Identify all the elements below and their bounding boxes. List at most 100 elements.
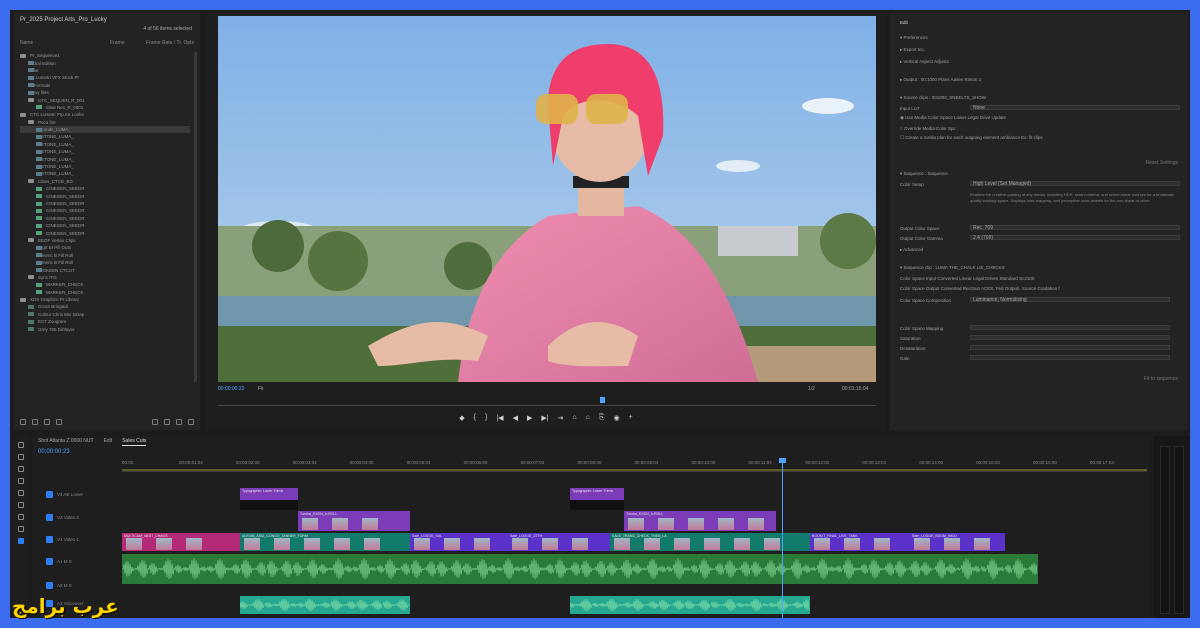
- transport-button[interactable]: ▶|: [541, 414, 548, 424]
- sequence-tab[interactable]: Edit: [104, 438, 113, 446]
- gain-slider[interactable]: [970, 355, 1170, 360]
- transport-button[interactable]: ◀: [513, 414, 518, 424]
- project-item[interactable]: XDS Graphics Pr Library: [20, 296, 190, 303]
- transport-button[interactable]: ⌂: [586, 414, 590, 424]
- track-target-icon[interactable]: [46, 558, 53, 565]
- settings-row[interactable]: ○ Override Media Color Spc: [900, 124, 1180, 132]
- audio-clip[interactable]: [122, 554, 1038, 584]
- settings-row[interactable]: ◉ Use Media Color Space Lower Legal Driv…: [900, 114, 1180, 122]
- project-item[interactable]: Pr Formats: [20, 82, 190, 89]
- pen-tool-icon[interactable]: [18, 502, 24, 508]
- razor-tool-icon[interactable]: [18, 478, 24, 484]
- composition-field[interactable]: Luminance, Normalising: [970, 297, 1170, 303]
- project-item[interactable]: Proxy files: [20, 89, 190, 96]
- transport-button[interactable]: ◉: [614, 414, 620, 424]
- reset-settings-link[interactable]: Reset Settings: [1145, 160, 1178, 167]
- track-header-v4[interactable]: V4 AE Lower: [46, 491, 118, 498]
- project-item[interactable]: Gross Bringadi: [20, 303, 190, 310]
- timeline-playhead[interactable]: [779, 458, 786, 618]
- active-tool-icon[interactable]: [18, 538, 24, 544]
- track-target-icon[interactable]: [46, 491, 53, 498]
- video-clip[interactable]: [240, 500, 298, 510]
- transport-button[interactable]: |◀: [496, 414, 503, 424]
- transport-button[interactable]: ⌂: [572, 414, 576, 424]
- video-clip[interactable]: BOOKIT_FINAL_LIVE_TANK: [810, 533, 910, 551]
- settings-row[interactable]: ▾ Sequence : Sequence: [900, 170, 1180, 178]
- icon-view-icon[interactable]: [44, 419, 50, 425]
- project-item[interactable]: CC Lumetri VFX Stock Pr: [20, 74, 190, 81]
- column-frame[interactable]: Frame: [110, 40, 124, 48]
- video-clip[interactable]: Sale_LOGGE_Z2TH: [508, 533, 610, 551]
- project-item[interactable]: Color: [20, 67, 190, 74]
- settings-row[interactable]: ▸ Output : 00:1000 Plans Aasen Rinton 1: [900, 76, 1180, 84]
- project-item[interactable]: CINEGEN_SEEDR: [20, 215, 190, 222]
- video-frame[interactable]: [218, 16, 876, 382]
- project-item[interactable]: CTC Lumetri Prp Art Looks: [20, 111, 190, 118]
- video-clip[interactable]: Typographic: Lower Thirds: [570, 488, 624, 500]
- work-area-bar[interactable]: [122, 469, 1147, 471]
- project-item[interactable]: MISTONE_LUMA_: [20, 148, 190, 155]
- playhead-timecode[interactable]: 00:00:00:22: [218, 386, 244, 393]
- column-name[interactable]: Name: [20, 40, 33, 48]
- project-item[interactable]: MISTONE_LUMA_: [20, 155, 190, 162]
- mapping-slider[interactable]: [970, 325, 1170, 330]
- project-item[interactable]: Jackal Edition: [20, 59, 190, 66]
- project-item[interactable]: EEOF Vertex Clips: [20, 237, 190, 244]
- video-clip[interactable]: Tundra_EXDN_A-ROLL: [298, 511, 410, 531]
- quality-select[interactable]: 1/2: [808, 386, 815, 393]
- project-item[interactable]: CINEGEN_SEEDR: [20, 185, 190, 192]
- settings-row[interactable]: ▾ Preferences: [900, 34, 1180, 42]
- project-item[interactable]: Numeric B Fill Roll: [20, 252, 190, 259]
- project-item[interactable]: Sync ITG: [20, 274, 190, 281]
- project-item[interactable]: MISTONE_LUMA_: [20, 163, 190, 170]
- new-item-icon[interactable]: [176, 419, 182, 425]
- transport-button[interactable]: ⎘: [599, 414, 605, 424]
- monitor-scrubber[interactable]: [218, 397, 876, 406]
- type-tool-icon[interactable]: [18, 526, 24, 532]
- slip-tool-icon[interactable]: [18, 490, 24, 496]
- project-item[interactable]: Colour Chris Mix Skrap: [20, 311, 190, 318]
- project-item[interactable]: Slaw Nex_R_0001: [20, 104, 190, 111]
- track-header-v1[interactable]: V1 Video 1: [46, 536, 118, 543]
- column-frame-rate[interactable]: Frame Rate / Tr. Opts: [146, 40, 194, 48]
- desaturation-slider[interactable]: [970, 345, 1170, 350]
- project-item[interactable]: Seconds_LUMA_: [20, 125, 190, 134]
- project-item[interactable]: CINEGEN_SEEDR: [20, 207, 190, 214]
- settings-row[interactable]: Color Space Output Converted Rec/Sun ACE…: [900, 284, 1180, 292]
- scrubber-playhead[interactable]: [600, 397, 605, 403]
- fit-to-sequence-link[interactable]: Fit to sequence: [1144, 376, 1178, 383]
- settings-row[interactable]: Color Space Input Converted Linear Legal…: [900, 274, 1180, 282]
- pencil-icon[interactable]: [20, 419, 26, 425]
- video-clip[interactable]: Sale_LOGGE_BOOM_INDO: [910, 533, 1005, 551]
- project-item[interactable]: MISTONE_LUMA_: [20, 170, 190, 177]
- track-target-icon[interactable]: [46, 536, 53, 543]
- output-space-field[interactable]: Rec. 709: [970, 225, 1180, 231]
- transport-button[interactable]: +: [629, 414, 633, 424]
- project-item[interactable]: MARKER_CHECK: [20, 281, 190, 288]
- project-item[interactable]: ECT Zoogram: [20, 318, 190, 325]
- transport-button[interactable]: }: [485, 414, 487, 424]
- track-header-a2[interactable]: A2 M S: [46, 582, 118, 589]
- input-lut-field[interactable]: None: [970, 105, 1180, 111]
- transport-button[interactable]: {: [474, 414, 476, 424]
- video-clip[interactable]: [570, 500, 624, 510]
- track-select-tool-icon[interactable]: [18, 454, 24, 460]
- audio-clip[interactable]: [570, 596, 810, 614]
- project-scrollbar[interactable]: [194, 52, 197, 382]
- sequence-tab[interactable]: Shot Atlanta Z 0000 NUT: [38, 438, 94, 446]
- list-view-icon[interactable]: [32, 419, 38, 425]
- project-item[interactable]: CINEGEN_SEEDR: [20, 192, 190, 199]
- settings-row[interactable]: ▾ Sequence clip : LUMA THE_CHALK LIE_CHE…: [900, 264, 1180, 272]
- video-clip[interactable]: Sale_LOGGE_SAL: [410, 533, 508, 551]
- project-item[interactable]: Grey 785 Dirtlayer: [20, 325, 190, 332]
- audio-clip[interactable]: [240, 596, 410, 614]
- transport-button[interactable]: ▶: [527, 414, 532, 424]
- settings-row[interactable]: ▸ Export Inc.: [900, 46, 1180, 54]
- settings-tab[interactable]: Edit: [900, 18, 1180, 26]
- video-clip[interactable]: Tundra_EXDN_A-ROLL: [624, 511, 776, 531]
- project-item[interactable]: CINEGEN_SEEDR: [20, 229, 190, 236]
- transport-button[interactable]: ◆: [459, 414, 464, 424]
- search-icon[interactable]: [152, 419, 158, 425]
- transport-button[interactable]: ⇥: [558, 414, 564, 424]
- project-item[interactable]: CINEGEN_SEEDR: [20, 222, 190, 229]
